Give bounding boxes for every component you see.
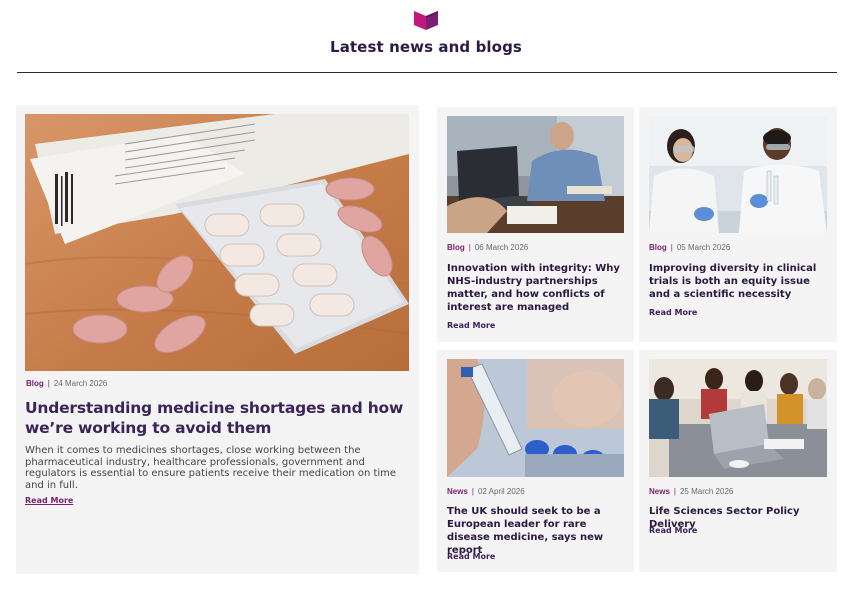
article-title[interactable]: The UK should seek to be a European lead… [447,505,625,557]
article-title[interactable]: Innovation with integrity: Why NHS-indus… [447,262,627,314]
brand-logo-icon [413,9,439,31]
section-header: Latest news and blogs [0,0,850,74]
read-more-link[interactable]: Read More [649,308,697,317]
featured-category[interactable]: Blog [26,379,44,388]
section-title: Latest news and blogs [330,38,522,56]
lab-scientists-image[interactable] [649,116,827,233]
article-category[interactable]: News [649,487,670,496]
article-category[interactable]: Blog [447,243,465,252]
article-date: 02 April 2026 [477,487,525,496]
vial-pipette-image[interactable] [447,359,624,477]
meta-separator: | [468,243,471,252]
article-date: 05 March 2026 [676,243,731,252]
article-category[interactable]: Blog [649,243,667,252]
article-meta: News | 02 April 2026 [447,487,525,496]
featured-date: 24 March 2026 [53,379,108,388]
featured-excerpt: When it comes to medicines shortages, cl… [25,445,397,491]
pills-blister-image[interactable] [25,114,409,371]
meta-separator: | [670,243,673,252]
article-date: 06 March 2026 [474,243,529,252]
header-divider [17,72,837,73]
article-meta: Blog | 06 March 2026 [447,243,528,252]
meta-separator: | [471,487,474,496]
article-date: 25 March 2026 [679,487,734,496]
read-more-link[interactable]: Read More [447,552,495,561]
featured-title[interactable]: Understanding medicine shortages and how… [25,398,415,438]
article-meta: News | 25 March 2026 [649,487,733,496]
business-meeting-image[interactable] [447,116,624,233]
article-title[interactable]: Improving diversity in clinical trials i… [649,262,831,301]
meta-separator: | [47,379,50,388]
read-more-link[interactable]: Read More [649,526,697,535]
read-more-link[interactable]: Read More [447,321,495,330]
team-meeting-image[interactable] [649,359,827,477]
featured-meta: Blog | 24 March 2026 [26,379,107,388]
article-category[interactable]: News [447,487,468,496]
article-meta: Blog | 05 March 2026 [649,243,730,252]
featured-read-more-link[interactable]: Read More [25,496,73,505]
meta-separator: | [673,487,676,496]
